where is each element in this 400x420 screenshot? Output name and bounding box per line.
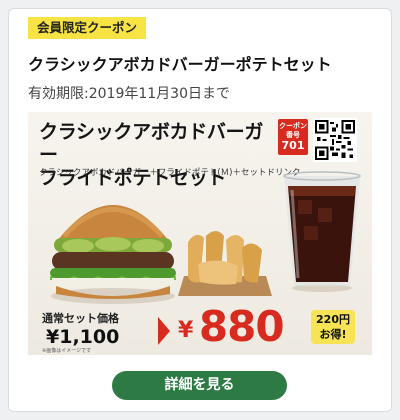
savings-badge: 220円 お得! [311, 310, 355, 344]
coupon-code-number: 701 [281, 139, 305, 152]
qr-code-icon [313, 118, 357, 162]
sale-price-value: 880 [198, 302, 285, 351]
expiry-date: 有効期限:2019年11月30日まで [28, 86, 230, 102]
avocado-burger-image [50, 205, 176, 304]
image-footnote: ※画像はイメージです [42, 348, 92, 354]
regular-price-label: 通常セット価格 [42, 312, 119, 325]
sale-price: ¥ 880 [178, 302, 285, 351]
coupon-code-label: クーポン番号 [279, 122, 307, 139]
coupon-code-box: クーポン番号 701 [278, 119, 308, 155]
promo-title-line-1: クラシックアボカドバーガー [39, 121, 264, 166]
sale-price-currency: ¥ [178, 318, 194, 343]
promo-subtitle: クラシックアボカドバーガー＋フライドポテト(Ｍ)＋セットドリンク [39, 168, 301, 178]
french-fries-image [178, 231, 272, 296]
regular-price: ¥1,100 [46, 326, 120, 348]
arrow-right-icon [158, 317, 170, 345]
cola-drink-image [283, 171, 361, 292]
view-details-button[interactable]: 詳細を見る [112, 371, 287, 400]
savings-text: お得! [319, 328, 347, 341]
member-only-badge: 会員限定クーポン [28, 17, 147, 39]
coupon-title: クラシックアボカドバーガーポテトセット [28, 55, 332, 74]
savings-amount: 220円 [316, 313, 350, 326]
coupon-image: クラシックアボカドバーガー フライドポテトセット クラシックアボカドバーガー＋フ… [28, 112, 372, 355]
